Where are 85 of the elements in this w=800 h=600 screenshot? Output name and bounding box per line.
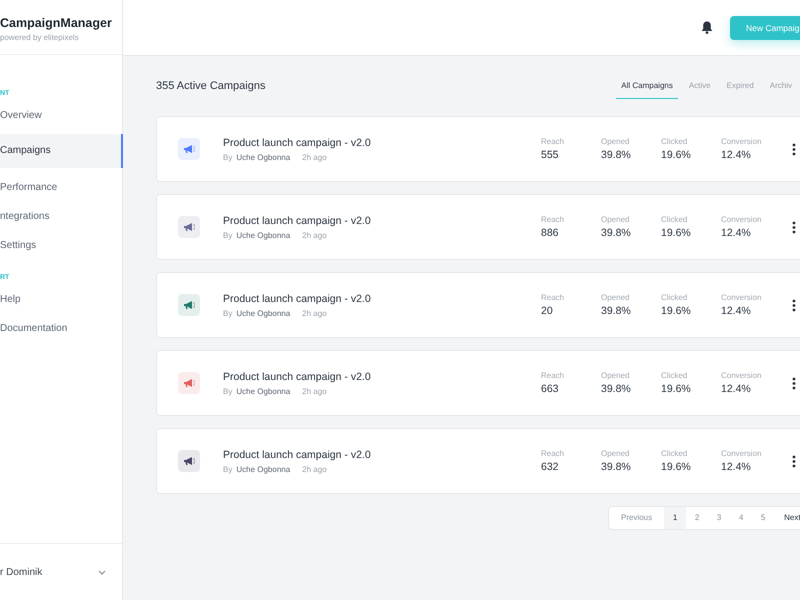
stat-label: Opened [601,137,630,146]
stat-value: 39.8% [601,305,632,317]
stat-label: Reach [541,449,566,458]
bell-icon [701,21,713,34]
stat-label: Conversion [721,293,762,302]
campaign-title[interactable]: Product launch campaign - v2.0 [223,214,523,226]
more-icon[interactable] [792,220,796,234]
by-label: By [223,152,232,162]
user-name[interactable]: r Dominik [0,566,42,578]
stat-label: Clicked [661,293,688,302]
stat-value: 19.6% [661,305,692,317]
stat-value: 20 [541,305,554,317]
by-label: By [223,230,232,240]
page-button[interactable]: 4 [730,507,752,529]
stat-label: Conversion [721,371,762,380]
chevron-down-icon [98,570,106,574]
stat-value: 555 [541,149,560,161]
filter-tab[interactable]: All Campaigns [616,73,678,99]
nav-item[interactable]: ntegrations [0,202,122,231]
stat-label: Reach [541,215,566,224]
stat-label: Clicked [661,449,688,458]
more-icon[interactable] [792,298,796,312]
author-name: Uche Ogbonna [236,308,290,318]
page-button[interactable]: 1 [664,507,686,529]
tagline: powered by elitepixels [0,33,80,42]
nav-item[interactable]: Documentation [0,314,122,343]
stat-label: Opened [601,215,630,224]
author-name: Uche Ogbonna [236,464,290,474]
stat-value: 12.4% [721,227,752,239]
timestamp: 2h ago [302,230,327,240]
more-icon[interactable] [792,142,796,156]
more-icon[interactable] [792,454,796,468]
stat-label: Conversion [721,137,762,146]
stat-value: 39.8% [601,461,632,473]
stat-value: 39.8% [601,227,632,239]
page-title: 355 Active Campaigns [156,80,266,92]
stat-value: 19.6% [661,383,692,395]
stat-value: 12.4% [721,383,752,395]
stat-value: 19.6% [661,149,692,161]
stat-label: Clicked [661,215,688,224]
timestamp: 2h ago [302,152,327,162]
nav-item[interactable]: Help [0,285,122,314]
stat-label: Opened [601,371,630,380]
stat-label: Clicked [661,371,688,380]
author-name: Uche Ogbonna [236,152,290,162]
by-label: By [223,464,232,474]
campaign-title[interactable]: Product launch campaign - v2.0 [223,136,523,148]
stat-value: 632 [541,461,560,473]
author-name: Uche Ogbonna [236,386,290,396]
nav-item[interactable]: Campaigns [0,134,123,168]
app-name: CampaignManager [0,16,112,30]
campaign-title[interactable]: Product launch campaign - v2.0 [223,448,523,460]
timestamp: 2h ago [302,308,327,318]
stat-label: Conversion [721,215,762,224]
timestamp: 2h ago [302,386,327,396]
stat-label: Reach [541,293,566,302]
stat-value: 39.8% [601,149,632,161]
stat-value: 19.6% [661,461,692,473]
stat-label: Conversion [721,449,762,458]
previous-button[interactable]: Previous [609,507,664,529]
stat-value: 19.6% [661,227,692,239]
campaign-title[interactable]: Product launch campaign - v2.0 [223,292,523,304]
by-label: By [223,386,232,396]
page-button[interactable]: 5 [752,507,774,529]
stat-label: Opened [601,293,630,302]
page-button[interactable]: 3 [708,507,730,529]
author-name: Uche Ogbonna [236,230,290,240]
campaign-title[interactable]: Product launch campaign - v2.0 [223,370,523,382]
stat-label: Opened [601,449,630,458]
by-label: By [223,308,232,318]
nav-item[interactable]: Overview [0,101,122,130]
stat-value: 663 [541,383,560,395]
stat-label: Reach [541,371,566,380]
stat-label: Clicked [661,137,688,146]
stat-value: 12.4% [721,461,752,473]
stat-value: 12.4% [721,305,752,317]
page-button[interactable]: 2 [686,507,708,529]
timestamp: 2h ago [302,464,327,474]
nav-item[interactable]: Settings [0,231,122,260]
stat-label: Reach [541,137,566,146]
stat-value: 886 [541,227,560,239]
nav-item[interactable]: Performance [0,173,122,202]
stat-value: 12.4% [721,149,752,161]
stat-value: 39.8% [601,383,632,395]
more-icon[interactable] [792,376,796,390]
